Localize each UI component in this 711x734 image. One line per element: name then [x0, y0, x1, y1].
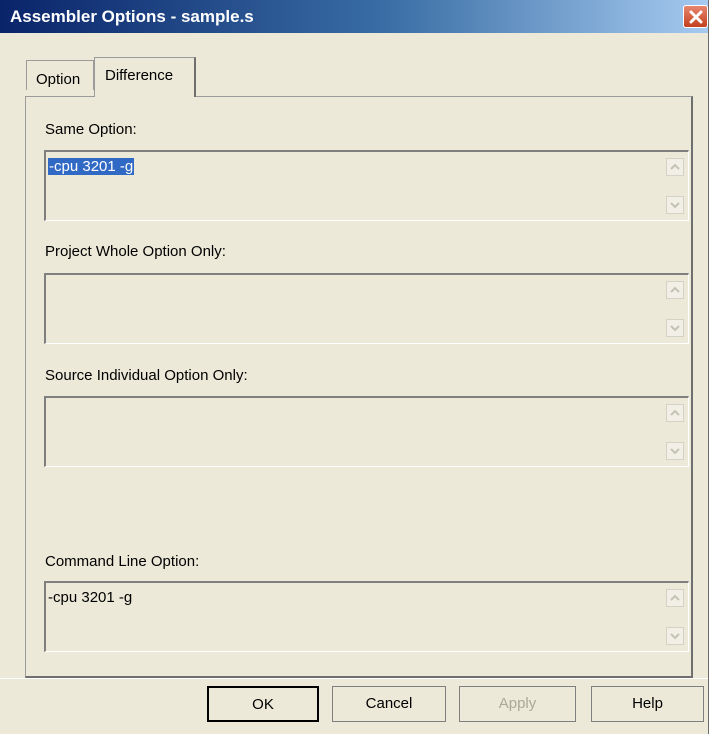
title-bar[interactable]: Assembler Options - sample.s — [0, 0, 708, 33]
scroll-down-button[interactable] — [666, 442, 684, 460]
arrow-up-icon — [670, 163, 680, 170]
source-individual-scrollbar[interactable] — [666, 400, 684, 464]
close-button[interactable] — [683, 5, 708, 28]
scroll-down-button[interactable] — [666, 627, 684, 645]
project-whole-option-field[interactable] — [44, 273, 689, 344]
tab-difference-label: Difference — [105, 67, 174, 84]
arrow-up-icon — [670, 594, 680, 601]
apply-button[interactable]: Apply — [459, 686, 576, 722]
ok-button[interactable]: OK — [207, 686, 319, 722]
project-whole-scrollbar[interactable] — [666, 277, 684, 341]
arrow-down-icon — [670, 202, 680, 209]
arrow-down-icon — [670, 325, 680, 332]
arrow-down-icon — [670, 448, 680, 455]
window-title: Assembler Options - sample.s — [10, 7, 254, 26]
help-button[interactable]: Help — [591, 686, 704, 722]
same-option-value: -cpu 3201 -g — [48, 158, 135, 175]
button-area-divider — [0, 678, 708, 679]
scroll-up-button[interactable] — [666, 589, 684, 607]
same-option-scrollbar[interactable] — [666, 154, 684, 218]
project-whole-option-label: Project Whole Option Only: — [45, 243, 226, 260]
command-line-option-value: -cpu 3201 -g — [48, 589, 133, 606]
command-line-scrollbar[interactable] — [666, 585, 684, 649]
close-icon — [689, 10, 703, 24]
cancel-button[interactable]: Cancel — [332, 686, 446, 722]
assembler-options-dialog: Assembler Options - sample.s Option Diff… — [0, 0, 709, 734]
tab-option-label: Option — [36, 71, 81, 88]
scroll-up-button[interactable] — [666, 281, 684, 299]
command-line-option-field[interactable]: -cpu 3201 -g — [44, 581, 689, 652]
same-option-field[interactable]: -cpu 3201 -g — [44, 150, 689, 221]
scroll-down-button[interactable] — [666, 319, 684, 337]
source-individual-option-label: Source Individual Option Only: — [45, 367, 248, 384]
scroll-up-button[interactable] — [666, 158, 684, 176]
arrow-up-icon — [670, 286, 680, 293]
command-line-option-label: Command Line Option: — [45, 553, 200, 570]
arrow-up-icon — [670, 409, 680, 416]
source-individual-option-field[interactable] — [44, 396, 689, 467]
tab-option[interactable]: Option — [26, 60, 94, 90]
same-option-label: Same Option: — [45, 121, 137, 138]
arrow-down-icon — [670, 633, 680, 640]
scroll-up-button[interactable] — [666, 404, 684, 422]
tab-difference[interactable]: Difference — [94, 57, 196, 97]
scroll-down-button[interactable] — [666, 196, 684, 214]
